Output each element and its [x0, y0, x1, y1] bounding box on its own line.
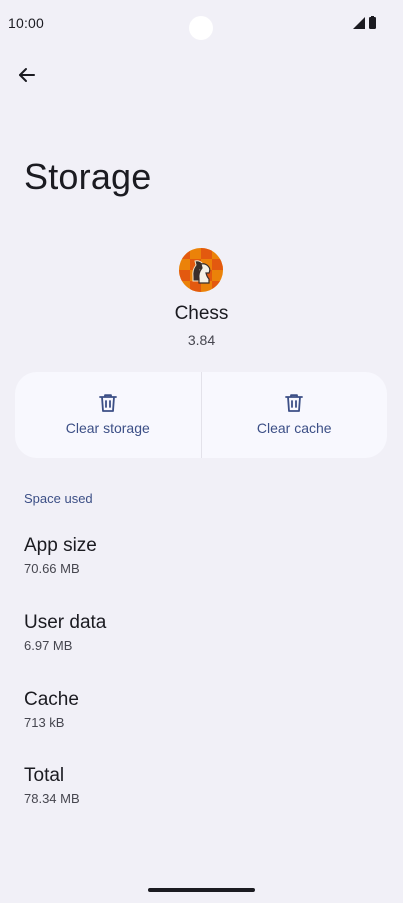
- stat-title: Total: [24, 765, 65, 786]
- app-version: 3.84: [187, 332, 216, 348]
- stat-cache[interactable]: Cache 713 kB: [0, 689, 403, 753]
- signal-icon: [353, 17, 365, 29]
- clear-storage-button[interactable]: Clear storage: [15, 372, 201, 458]
- stat-value: 70.66 MB: [24, 561, 80, 576]
- trash-icon: [285, 394, 304, 412]
- status-icons: [353, 16, 376, 29]
- clear-cache-label: Clear cache: [256, 420, 332, 436]
- page-title: Storage: [24, 156, 152, 197]
- status-time: 10:00: [8, 15, 45, 31]
- action-card: Clear storage Clear cache: [15, 372, 387, 458]
- stat-title: App size: [24, 535, 97, 556]
- stat-title: Cache: [24, 689, 79, 710]
- stat-app-size[interactable]: App size 70.66 MB: [0, 535, 403, 599]
- stat-value: 713 kB: [24, 715, 65, 730]
- trash-icon: [98, 394, 117, 412]
- gesture-nav-handle[interactable]: [148, 888, 255, 892]
- stat-title: User data: [24, 612, 107, 633]
- stat-value: 6.97 MB: [24, 638, 73, 653]
- stat-total[interactable]: Total 78.34 MB: [0, 765, 403, 829]
- battery-icon: [369, 17, 376, 29]
- section-header-space-used: Space used: [24, 491, 93, 506]
- back-button[interactable]: [12, 60, 42, 90]
- status-bar: 10:00: [0, 0, 403, 46]
- app-name: Chess: [174, 303, 229, 324]
- chess-app-icon: [179, 248, 223, 292]
- clear-cache-button[interactable]: Clear cache: [202, 372, 388, 458]
- camera-cutout: [189, 16, 213, 40]
- clear-storage-label: Clear storage: [65, 420, 150, 436]
- stat-value: 78.34 MB: [24, 791, 80, 806]
- stat-user-data[interactable]: User data 6.97 MB: [0, 612, 403, 676]
- arrow-left-icon: [19, 68, 35, 82]
